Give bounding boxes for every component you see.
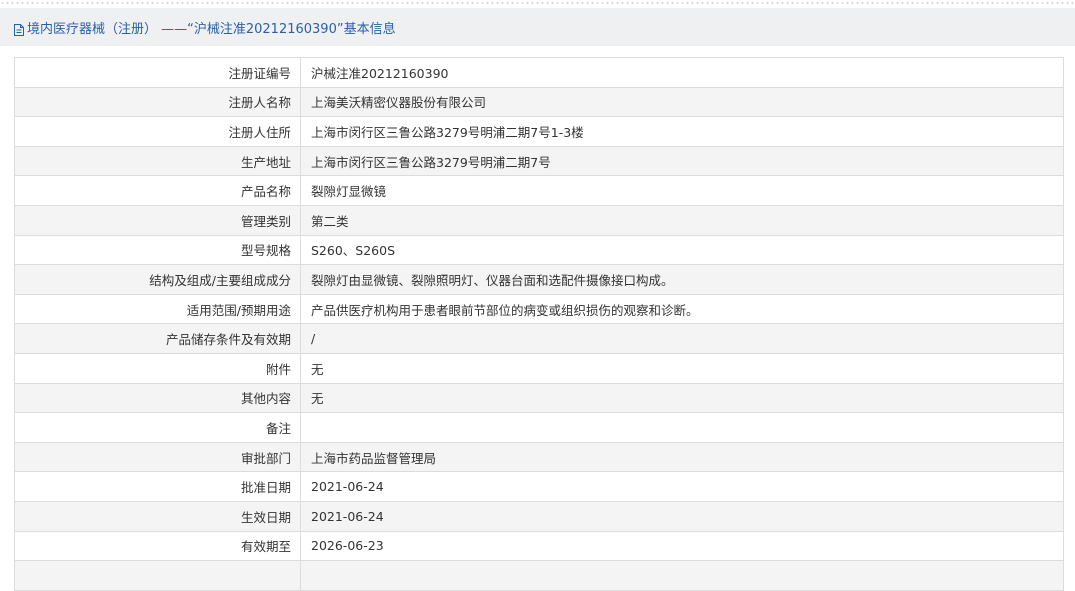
row-value: [300, 412, 1064, 443]
table-row: 附件 无: [14, 352, 1064, 384]
row-value: 裂隙灯由显微镜、裂隙照明灯、仪器台面和选配件摄像接口构成。: [300, 264, 1064, 295]
table-row: 结构及组成/主要组成成分 裂隙灯由显微镜、裂隙照明灯、仪器台面和选配件摄像接口构…: [14, 264, 1064, 295]
row-label: 管理类别: [14, 204, 301, 236]
table-row: 管理类别 第二类: [14, 204, 1064, 236]
row-label: 产品储存条件及有效期: [14, 323, 301, 354]
row-label: 生产地址: [14, 145, 301, 177]
row-value: 上海市闵行区三鲁公路3279号明浦二期7号1-3楼: [300, 116, 1064, 147]
row-label: 附件: [14, 352, 301, 384]
top-dotted-border: [0, 0, 1075, 6]
row-label: 注册人名称: [14, 86, 301, 118]
info-table: 注册证编号 沪械注准20212160390 注册人名称 上海美沃精密仪器股份有限…: [14, 57, 1064, 591]
table-row: 审批部门 上海市药品监督管理局: [14, 441, 1064, 473]
row-value: 第二类: [300, 204, 1064, 236]
row-value: /: [300, 323, 1064, 354]
table-row: 注册证编号 沪械注准20212160390: [14, 57, 1064, 88]
table-row: 生产地址 上海市闵行区三鲁公路3279号明浦二期7号: [14, 145, 1064, 177]
row-value: 2021-06-24: [300, 500, 1064, 532]
section-header: 境内医疗器械（注册） ——“沪械注准20212160390”基本信息: [0, 8, 1075, 46]
table-row: 注册人住所 上海市闵行区三鲁公路3279号明浦二期7号1-3楼: [14, 116, 1064, 147]
table-row: 型号规格 S260、S260S: [14, 234, 1064, 266]
table-row: 注册人名称 上海美沃精密仪器股份有限公司: [14, 86, 1064, 118]
row-label: 有效期至: [14, 530, 301, 562]
table-row: 生效日期 2021-06-24: [14, 500, 1064, 532]
row-value: 上海市闵行区三鲁公路3279号明浦二期7号: [300, 145, 1064, 177]
table-row: 产品名称 裂隙灯显微镜: [14, 175, 1064, 206]
row-label: 生效日期: [14, 500, 301, 532]
row-value: 裂隙灯显微镜: [300, 175, 1064, 206]
row-value: 上海市药品监督管理局: [300, 441, 1064, 473]
row-label: 注册证编号: [14, 57, 301, 88]
row-value: 2026-06-23: [300, 530, 1064, 562]
table-row: 批准日期 2021-06-24: [14, 471, 1064, 502]
document-icon: [14, 21, 24, 36]
row-value: 上海美沃精密仪器股份有限公司: [300, 86, 1064, 118]
table-row: 备注: [14, 412, 1064, 443]
row-value: S260、S260S: [300, 234, 1064, 266]
table-row: 有效期至 2026-06-23: [14, 530, 1064, 562]
row-label: 批准日期: [14, 471, 301, 502]
row-label: 注册人住所: [14, 116, 301, 147]
table-row: 适用范围/预期用途 产品供医疗机构用于患者眼前节部位的病变或组织损伤的观察和诊断…: [14, 293, 1064, 325]
row-value: 无: [300, 382, 1064, 414]
row-label: 其他内容: [14, 382, 301, 414]
row-value: 2021-06-24: [300, 471, 1064, 502]
row-value: 无: [300, 352, 1064, 384]
row-value: 沪械注准20212160390: [300, 57, 1064, 88]
row-label: 审批部门: [14, 441, 301, 473]
row-label: 备注: [14, 412, 301, 443]
row-label: 结构及组成/主要组成成分: [14, 264, 301, 295]
row-label: 型号规格: [14, 234, 301, 266]
row-label: 适用范围/预期用途: [14, 293, 301, 325]
row-label: 产品名称: [14, 175, 301, 206]
page-title: 境内医疗器械（注册） ——“沪械注准20212160390”基本信息: [27, 21, 396, 37]
table-row: 其他内容 无: [14, 382, 1064, 414]
row-value: 产品供医疗机构用于患者眼前节部位的病变或组织损伤的观察和诊断。: [300, 293, 1064, 325]
table-row: 产品储存条件及有效期 /: [14, 323, 1064, 354]
